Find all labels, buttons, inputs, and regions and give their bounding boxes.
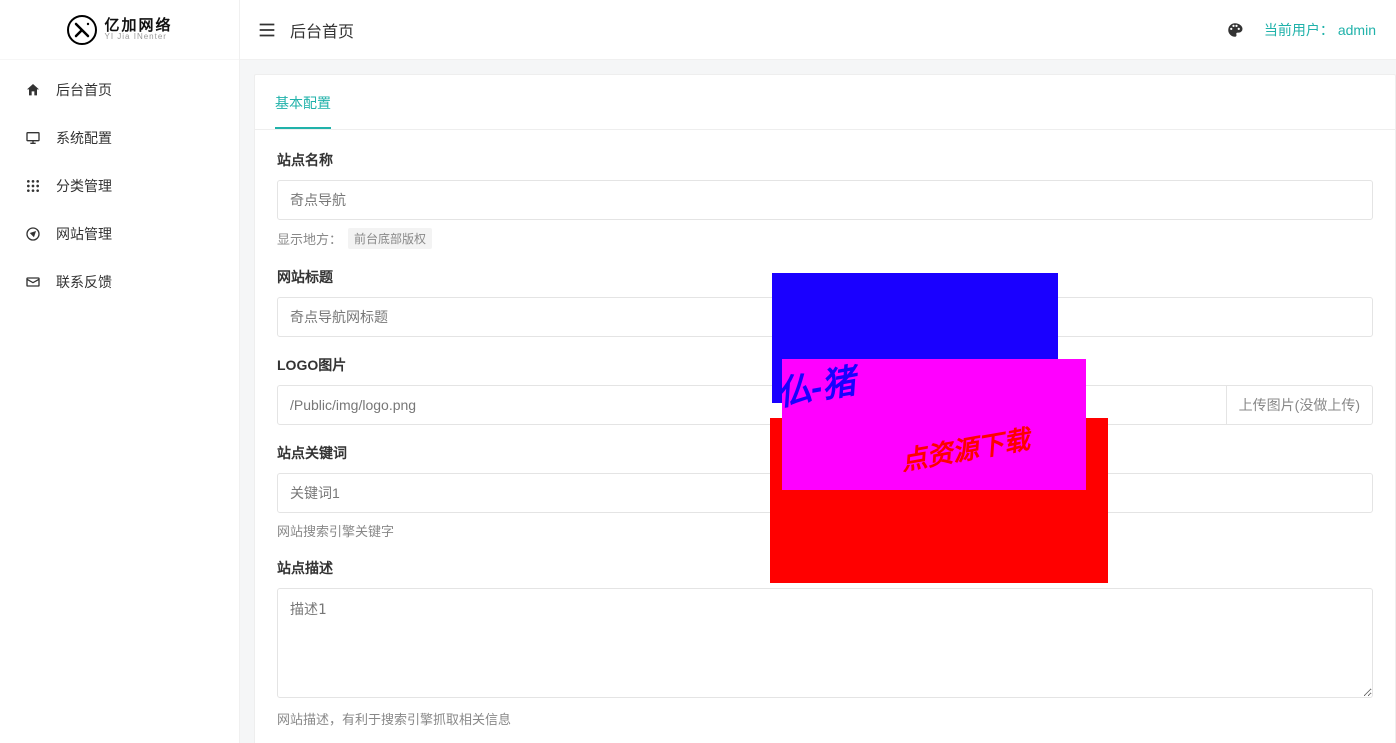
sidebar-item-label: 联系反馈	[56, 272, 112, 292]
content-area: 基本配置 站点名称 显示地方： 前台底部版权	[240, 60, 1396, 743]
home-icon	[24, 82, 42, 98]
logo-text: 亿加网络	[104, 18, 172, 33]
config-form: 站点名称 显示地方： 前台底部版权 网站标题 LOGO图	[255, 130, 1395, 743]
config-card: 基本配置 站点名称 显示地方： 前台底部版权	[254, 74, 1396, 743]
keywords-label: 站点关键词	[277, 443, 1373, 463]
site-title-label: 网站标题	[277, 267, 1373, 287]
mail-icon	[24, 274, 42, 290]
logo-label: LOGO图片	[277, 355, 1373, 375]
theme-button[interactable]	[1226, 21, 1244, 39]
tabs: 基本配置	[255, 75, 1395, 130]
topbar: 后台首页 当前用户： admin	[240, 0, 1396, 60]
palette-icon	[1226, 21, 1244, 39]
site-name-input[interactable]	[277, 180, 1373, 220]
tab-label: 基本配置	[275, 95, 331, 111]
sidebar-item-label: 系统配置	[56, 128, 112, 148]
sidebar-item-home[interactable]: 后台首页	[0, 66, 239, 114]
page-title: 后台首页	[290, 18, 354, 42]
logo-area: 亿加网络 YI Jia INenter	[0, 0, 239, 60]
form-group-site-name: 站点名称 显示地方： 前台底部版权	[277, 150, 1373, 249]
form-group-logo: LOGO图片 上传图片(没做上传)	[277, 355, 1373, 425]
description-help: 网站描述，有利于搜索引擎抓取相关信息	[277, 709, 1373, 728]
form-group-keywords: 站点关键词 网站搜索引擎关键字	[277, 443, 1373, 540]
monitor-icon	[24, 130, 42, 146]
menu-toggle-button[interactable]	[256, 19, 278, 41]
sidebar-nav: 后台首页 系统配置 分类管理 网站管理	[0, 60, 239, 306]
sidebar: 亿加网络 YI Jia INenter 后台首页 系统配置	[0, 0, 240, 743]
user-label: 当前用户：	[1264, 20, 1334, 40]
tab-basic-config[interactable]: 基本配置	[275, 75, 331, 129]
form-group-site-title: 网站标题	[277, 267, 1373, 337]
upload-image-button[interactable]: 上传图片(没做上传)	[1227, 385, 1373, 425]
sidebar-item-feedback[interactable]: 联系反馈	[0, 258, 239, 306]
logo-icon	[66, 14, 98, 46]
help-prefix: 显示地方：	[277, 229, 342, 248]
grid-icon	[24, 178, 42, 194]
keywords-input[interactable]	[277, 473, 1373, 513]
form-group-description: 站点描述 描述1 网站描述，有利于搜索引擎抓取相关信息	[277, 558, 1373, 728]
description-label: 站点描述	[277, 558, 1373, 578]
keywords-help: 网站搜索引擎关键字	[277, 521, 1373, 540]
sidebar-item-label: 分类管理	[56, 176, 112, 196]
description-textarea[interactable]: 描述1	[277, 588, 1373, 698]
sidebar-item-config[interactable]: 系统配置	[0, 114, 239, 162]
sidebar-item-website[interactable]: 网站管理	[0, 210, 239, 258]
site-title-input[interactable]	[277, 297, 1373, 337]
hamburger-icon	[256, 19, 278, 41]
user-name: admin	[1338, 22, 1376, 38]
help-badge: 前台底部版权	[348, 228, 432, 249]
compass-icon	[24, 226, 42, 242]
current-user[interactable]: 当前用户： admin	[1264, 20, 1376, 40]
sidebar-item-label: 网站管理	[56, 224, 112, 244]
logo-path-input[interactable]	[277, 385, 1227, 425]
site-name-help: 显示地方： 前台底部版权	[277, 228, 1373, 249]
logo-subtext: YI Jia INenter	[104, 33, 172, 41]
site-name-label: 站点名称	[277, 150, 1373, 170]
sidebar-item-label: 后台首页	[56, 80, 112, 100]
sidebar-item-category[interactable]: 分类管理	[0, 162, 239, 210]
